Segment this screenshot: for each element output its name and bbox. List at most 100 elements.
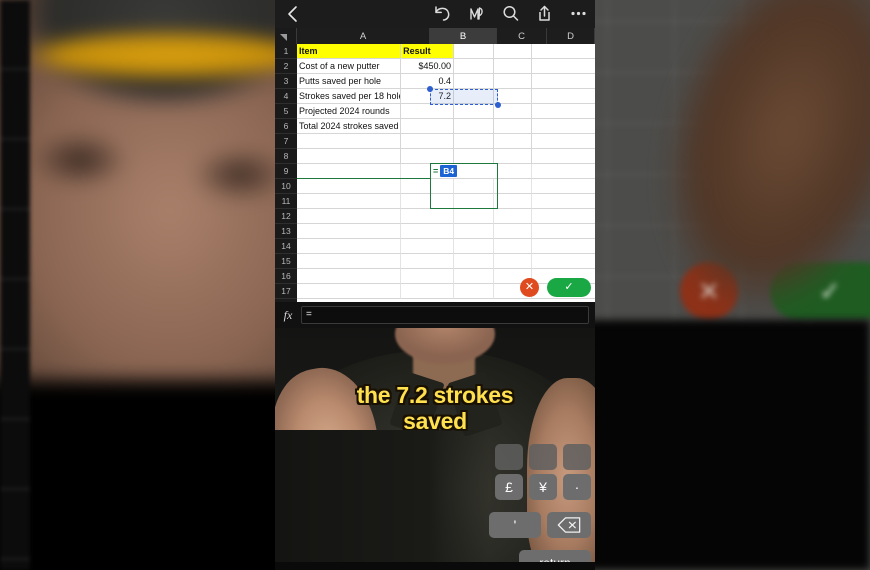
spreadsheet-grid[interactable]: 1 2 3 4 5 6 7 8 9 10 11 12 13 14 15 16 1… bbox=[275, 44, 595, 302]
cell-b6[interactable] bbox=[401, 119, 455, 134]
share-icon[interactable] bbox=[534, 3, 555, 24]
cell-e9[interactable] bbox=[532, 164, 595, 179]
row-header[interactable]: 17 bbox=[275, 284, 297, 299]
row-header[interactable]: 13 bbox=[275, 224, 297, 239]
cell-b7[interactable] bbox=[401, 134, 455, 149]
cell-a11[interactable] bbox=[297, 194, 402, 209]
cell-e10[interactable] bbox=[532, 179, 595, 194]
key-middot[interactable]: · bbox=[563, 474, 591, 500]
row-header[interactable]: 7 bbox=[275, 134, 297, 149]
cell-a17[interactable] bbox=[297, 284, 402, 299]
cell-e14[interactable] bbox=[532, 239, 595, 254]
cell-e11[interactable] bbox=[532, 194, 595, 209]
table-row[interactable]: Cost of a new putter $450.00 bbox=[297, 59, 595, 74]
cell-d2[interactable] bbox=[493, 59, 533, 74]
formula-input[interactable]: = bbox=[301, 306, 589, 324]
row-header[interactable]: 14 bbox=[275, 239, 297, 254]
cell-c3[interactable] bbox=[454, 74, 494, 89]
cell-a10[interactable] bbox=[297, 179, 402, 194]
marquee-handle-topleft[interactable] bbox=[427, 86, 433, 92]
table-row[interactable] bbox=[297, 254, 595, 269]
key-pound[interactable]: £ bbox=[495, 474, 523, 500]
cell-d13[interactable] bbox=[493, 224, 533, 239]
table-row[interactable]: Projected 2024 rounds bbox=[297, 104, 595, 119]
selection-marquee-b4[interactable] bbox=[427, 86, 501, 108]
cell-a13[interactable] bbox=[297, 224, 402, 239]
table-row[interactable]: Putts saved per hole 0.4 bbox=[297, 74, 595, 89]
cell-c6[interactable] bbox=[454, 119, 494, 134]
cell-a15[interactable] bbox=[297, 254, 402, 269]
key-apostrophe[interactable]: ' bbox=[489, 512, 541, 538]
cell-c17[interactable] bbox=[454, 284, 494, 299]
cell-c8[interactable] bbox=[454, 149, 494, 164]
row-header[interactable]: 1 bbox=[275, 44, 297, 59]
cell-c12[interactable] bbox=[454, 209, 494, 224]
row-header[interactable]: 12 bbox=[275, 209, 297, 224]
cell-e13[interactable] bbox=[532, 224, 595, 239]
cell-d11[interactable] bbox=[493, 194, 533, 209]
cell-e2[interactable] bbox=[532, 59, 595, 74]
cell-d8[interactable] bbox=[493, 149, 533, 164]
cell-a3[interactable]: Putts saved per hole bbox=[297, 74, 402, 89]
cell-editor-b6[interactable]: = B4 bbox=[431, 164, 497, 178]
formula-bar[interactable]: fx = bbox=[275, 302, 595, 328]
cell-d1[interactable] bbox=[493, 44, 533, 59]
marquee-handle-bottomright[interactable] bbox=[495, 102, 501, 108]
cell-a1[interactable]: Item bbox=[297, 44, 402, 59]
cell-d10[interactable] bbox=[493, 179, 533, 194]
row-header[interactable]: 2 bbox=[275, 59, 297, 74]
key-yen[interactable]: ¥ bbox=[529, 474, 557, 500]
cell-e8[interactable] bbox=[532, 149, 595, 164]
cell-e7[interactable] bbox=[532, 134, 595, 149]
cell-e1[interactable] bbox=[532, 44, 595, 59]
cell-d14[interactable] bbox=[493, 239, 533, 254]
cell-c5[interactable] bbox=[454, 104, 494, 119]
table-row[interactable] bbox=[297, 149, 595, 164]
cell-e3[interactable] bbox=[532, 74, 595, 89]
column-header-a[interactable]: A bbox=[297, 28, 430, 44]
cell-a16[interactable] bbox=[297, 269, 402, 284]
column-header-d[interactable]: D bbox=[547, 28, 595, 44]
row-header[interactable]: 4 bbox=[275, 89, 297, 104]
cell-c2[interactable] bbox=[454, 59, 494, 74]
cell-e5[interactable] bbox=[532, 104, 595, 119]
row-header[interactable]: 15 bbox=[275, 254, 297, 269]
table-row[interactable] bbox=[297, 134, 595, 149]
cell-b17[interactable] bbox=[401, 284, 455, 299]
cell-a4[interactable]: Strokes saved per 18 holes bbox=[297, 89, 402, 104]
accept-edit-button[interactable]: ✓ bbox=[547, 278, 591, 297]
column-header-c[interactable]: C bbox=[497, 28, 547, 44]
cell-a12[interactable] bbox=[297, 209, 402, 224]
row-header[interactable]: 8 bbox=[275, 149, 297, 164]
row-header[interactable]: 16 bbox=[275, 269, 297, 284]
cell-d12[interactable] bbox=[493, 209, 533, 224]
cell-c1[interactable] bbox=[454, 44, 494, 59]
row-header[interactable]: 9 bbox=[275, 164, 297, 179]
backspace-icon[interactable] bbox=[547, 512, 591, 538]
cell-b5[interactable] bbox=[401, 104, 455, 119]
select-all-corner[interactable] bbox=[275, 28, 297, 44]
cell-c14[interactable] bbox=[454, 239, 494, 254]
undo-icon[interactable] bbox=[432, 3, 453, 24]
cell-d9[interactable] bbox=[493, 164, 533, 179]
table-row[interactable]: Total 2024 strokes saved bbox=[297, 119, 595, 134]
more-icon[interactable] bbox=[568, 3, 589, 24]
row-header[interactable]: 11 bbox=[275, 194, 297, 209]
cell-e15[interactable] bbox=[532, 254, 595, 269]
cell-e4[interactable] bbox=[532, 89, 595, 104]
cell-c15[interactable] bbox=[454, 254, 494, 269]
on-screen-keyboard[interactable]: £ ¥ · ' return bbox=[275, 430, 595, 570]
search-icon[interactable] bbox=[500, 3, 521, 24]
cell-d7[interactable] bbox=[493, 134, 533, 149]
cancel-edit-button[interactable]: ✕ bbox=[520, 278, 539, 297]
cell-c7[interactable] bbox=[454, 134, 494, 149]
cell-e12[interactable] bbox=[532, 209, 595, 224]
cell-d3[interactable] bbox=[493, 74, 533, 89]
table-row[interactable] bbox=[297, 209, 595, 224]
cell-d6[interactable] bbox=[493, 119, 533, 134]
back-icon[interactable] bbox=[283, 4, 303, 24]
key-blank-3[interactable] bbox=[563, 444, 591, 470]
column-header-b[interactable]: B bbox=[430, 28, 497, 44]
table-row[interactable]: Item Result bbox=[297, 44, 595, 59]
cell-a5[interactable]: Projected 2024 rounds bbox=[297, 104, 402, 119]
